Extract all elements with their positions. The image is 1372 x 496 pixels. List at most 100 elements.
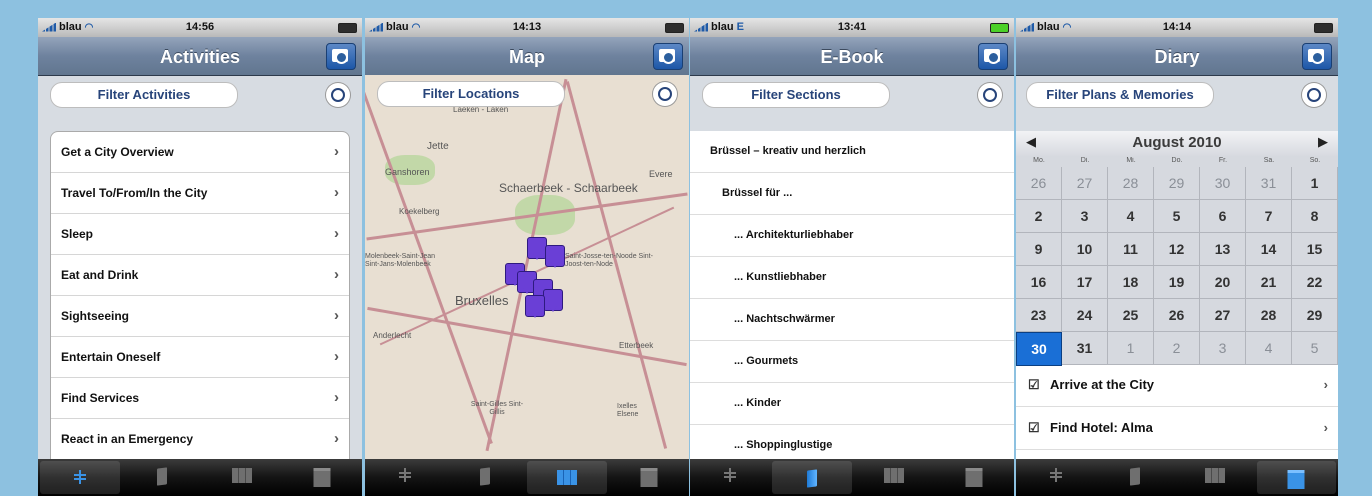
location-pin[interactable] <box>545 245 565 268</box>
calendar-day[interactable]: 12 <box>1154 233 1200 266</box>
calendar-day[interactable]: 28 <box>1246 299 1292 332</box>
list-item[interactable]: Sightseeing › <box>51 296 349 337</box>
calendar-day[interactable]: 13 <box>1200 233 1246 266</box>
tab-ebook[interactable] <box>1096 459 1176 496</box>
tab-activities[interactable] <box>690 459 770 496</box>
city-map[interactable]: Filter Locations Laeken - Laken Jette Ga… <box>365 75 689 459</box>
filter-plans-memories-button[interactable]: Filter Plans & Memories <box>1026 82 1214 108</box>
calendar-day-selected[interactable]: 30 <box>1016 332 1062 366</box>
calendar-day[interactable]: 4 <box>1108 200 1154 233</box>
calendar-day[interactable]: 9 <box>1016 233 1062 266</box>
tab-activities[interactable] <box>365 459 445 496</box>
locate-icon[interactable] <box>653 82 677 106</box>
diary-entry[interactable]: ☑ Find Hotel: Alma › <box>1016 407 1338 450</box>
calendar-day[interactable]: 16 <box>1016 266 1062 299</box>
locate-icon[interactable] <box>978 83 1002 107</box>
calendar-day[interactable]: 7 <box>1246 200 1292 233</box>
calendar-day[interactable]: 8 <box>1292 200 1338 233</box>
next-month-icon[interactable]: ▶ <box>1318 134 1328 150</box>
calendar-day[interactable]: 15 <box>1292 233 1338 266</box>
list-item[interactable]: ... Gourmets <box>690 341 1014 383</box>
map-icon <box>884 468 904 483</box>
list-item[interactable]: Find Services › <box>51 378 349 419</box>
calendar-day[interactable]: 1 <box>1108 332 1154 365</box>
calendar-day[interactable]: 5 <box>1292 332 1338 365</box>
camera-button[interactable] <box>1302 43 1332 70</box>
calendar-day[interactable]: 1 <box>1292 167 1338 200</box>
tab-activities[interactable] <box>40 461 120 494</box>
calendar-day[interactable]: 18 <box>1108 266 1154 299</box>
calendar-day[interactable]: 28 <box>1108 167 1154 200</box>
list-item[interactable]: Entertain Oneself › <box>51 337 349 378</box>
calendar-icon <box>313 468 331 487</box>
map-label: Saint-Josse-ten-Noode Sint-Joost-ten-Nod… <box>565 253 653 268</box>
calendar-day[interactable]: 31 <box>1062 332 1108 365</box>
calendar-day[interactable]: 29 <box>1154 167 1200 200</box>
calendar-day[interactable]: 6 <box>1200 200 1246 233</box>
tab-map[interactable] <box>854 459 934 496</box>
location-pin[interactable] <box>527 237 547 260</box>
list-item[interactable]: ... Kinder <box>690 383 1014 425</box>
locate-icon[interactable] <box>326 83 350 107</box>
filter-activities-button[interactable]: Filter Activities <box>50 82 238 108</box>
map-label: Anderlecht <box>373 331 412 340</box>
calendar-day[interactable]: 4 <box>1246 332 1292 365</box>
list-item[interactable]: ... Architekturliebhaber <box>690 215 1014 257</box>
calendar-day[interactable]: 5 <box>1154 200 1200 233</box>
calendar-day[interactable]: 27 <box>1062 167 1108 200</box>
tab-map[interactable] <box>527 461 607 494</box>
tab-diary[interactable] <box>282 459 362 496</box>
calendar-day[interactable]: 22 <box>1292 266 1338 299</box>
tab-diary[interactable] <box>934 459 1014 496</box>
tab-ebook[interactable] <box>122 459 202 496</box>
list-item[interactable]: Get a City Overview › <box>51 132 349 173</box>
tab-diary[interactable] <box>1256 461 1336 494</box>
list-item[interactable]: ... Nachtschwärmer <box>690 299 1014 341</box>
calendar-day[interactable]: 14 <box>1246 233 1292 266</box>
calendar-day[interactable]: 30 <box>1200 167 1246 200</box>
calendar-day[interactable]: 17 <box>1062 266 1108 299</box>
camera-button[interactable] <box>653 43 683 70</box>
calendar-day[interactable]: 31 <box>1246 167 1292 200</box>
list-item[interactable]: Brüssel – kreativ und herzlich <box>690 131 1014 173</box>
calendar-day[interactable]: 26 <box>1154 299 1200 332</box>
tab-ebook[interactable] <box>445 459 525 496</box>
calendar-day[interactable]: 2 <box>1154 332 1200 365</box>
calendar-day[interactable]: 3 <box>1200 332 1246 365</box>
calendar-day[interactable]: 24 <box>1062 299 1108 332</box>
list-item[interactable]: Eat and Drink › <box>51 255 349 296</box>
chevron-right-icon: › <box>334 266 339 283</box>
tab-activities[interactable] <box>1016 459 1096 496</box>
calendar-day[interactable]: 20 <box>1200 266 1246 299</box>
calendar-day[interactable]: 19 <box>1154 266 1200 299</box>
chevron-right-icon: › <box>1323 420 1328 435</box>
filter-locations-button[interactable]: Filter Locations <box>377 81 565 107</box>
location-pin[interactable] <box>525 295 545 318</box>
list-item[interactable]: ... Kunstliebhaber <box>690 257 1014 299</box>
filter-sections-button[interactable]: Filter Sections <box>702 82 890 108</box>
calendar-day[interactable]: 3 <box>1062 200 1108 233</box>
diary-entry[interactable]: ☑ Arrive at the City › <box>1016 364 1338 407</box>
list-item[interactable]: React in an Emergency › <box>51 419 349 460</box>
calendar-day[interactable]: 25 <box>1108 299 1154 332</box>
calendar-day[interactable]: 23 <box>1016 299 1062 332</box>
calendar-day[interactable]: 2 <box>1016 200 1062 233</box>
list-item[interactable]: Brüssel für ... <box>690 173 1014 215</box>
calendar-day[interactable]: 21 <box>1246 266 1292 299</box>
list-item[interactable]: Sleep › <box>51 214 349 255</box>
camera-button[interactable] <box>978 43 1008 70</box>
tab-map[interactable] <box>202 459 282 496</box>
list-item[interactable]: Travel To/From/In the City › <box>51 173 349 214</box>
camera-button[interactable] <box>326 43 356 70</box>
calendar-day[interactable]: 27 <box>1200 299 1246 332</box>
locate-icon[interactable] <box>1302 83 1326 107</box>
tab-map[interactable] <box>1175 459 1255 496</box>
location-pin[interactable] <box>543 289 563 312</box>
tab-diary[interactable] <box>609 459 689 496</box>
calendar-day[interactable]: 10 <box>1062 233 1108 266</box>
tab-ebook[interactable] <box>772 461 852 494</box>
calendar-day[interactable]: 29 <box>1292 299 1338 332</box>
calendar-day[interactable]: 11 <box>1108 233 1154 266</box>
activities-icon <box>74 470 86 484</box>
calendar-day[interactable]: 26 <box>1016 167 1062 200</box>
